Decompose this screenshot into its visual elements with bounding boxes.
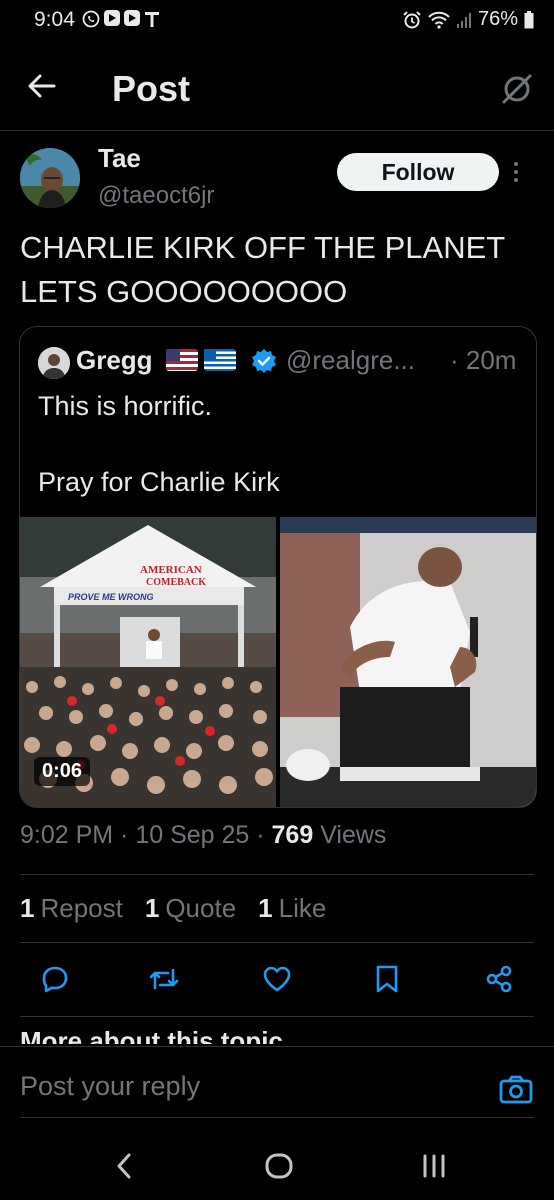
verified-badge-icon	[250, 347, 278, 375]
avatar-photo	[20, 148, 80, 208]
video-thumbnail-right[interactable]	[280, 517, 536, 807]
likes-label: Like	[278, 893, 327, 923]
reposts-stat[interactable]: 1 Repost	[20, 893, 123, 924]
share-icon	[486, 965, 512, 993]
greece-flag-icon	[204, 349, 236, 371]
likes-count: 1	[258, 893, 273, 923]
share-button[interactable]	[484, 964, 514, 994]
top-app-bar: Post	[0, 44, 554, 131]
status-right: 76%	[402, 8, 534, 31]
nav-back-icon	[117, 1153, 131, 1179]
video-duration-badge: 0:06	[34, 757, 91, 786]
wifi-icon	[428, 11, 450, 29]
reply-button[interactable]	[40, 964, 70, 994]
video-thumbnail-left[interactable]: AMERICAN COMEBACK PROVE ME WRONG 0:06	[20, 517, 276, 807]
battery-percent: 76%	[477, 8, 518, 30]
camera-icon	[499, 1075, 533, 1104]
views-label: Views	[313, 821, 387, 849]
status-time: 9:04	[34, 8, 75, 31]
back-button[interactable]	[26, 70, 58, 102]
bookmark-icon	[376, 965, 398, 993]
battery-icon	[524, 10, 534, 28]
quote-author-handle: @realgre...	[286, 345, 415, 375]
post-time-date: 9:02 PM · 10 Sep 25 ·	[20, 821, 272, 849]
quote-author-avatar	[38, 347, 70, 379]
post-text: CHARLIE KIRK OFF THE PLANET LETS GOOOOOO…	[20, 230, 505, 309]
us-flag-icon	[166, 349, 198, 371]
post-timestamp: 9:02 PM · 10 Sep 25 · 769 Views	[20, 821, 386, 850]
more-topics-heading: More about this topic	[20, 1026, 283, 1044]
youtube-icon	[104, 10, 120, 26]
t-app-icon	[145, 12, 159, 27]
tent-sign-line1: AMERICAN	[140, 564, 202, 576]
camera-button[interactable]	[498, 1073, 534, 1105]
quote-author-name: Gregg	[76, 345, 153, 375]
quote-text-line2: Pray for Charlie Kirk	[38, 467, 280, 497]
quote-author-flags	[166, 349, 236, 371]
quotes-stat[interactable]: 1 Quote	[145, 893, 236, 924]
engagement-stats: 1 Repost 1 Quote 1 Like	[20, 893, 326, 924]
back-arrow-icon	[28, 74, 56, 98]
quotes-count: 1	[144, 893, 160, 923]
quotes-label: Quote	[165, 893, 237, 923]
repost-icon	[149, 968, 179, 990]
reply-input[interactable]	[20, 1071, 460, 1102]
repost-button[interactable]	[148, 964, 180, 994]
more-vertical-icon	[514, 162, 518, 182]
tent-sign-line2: COMEBACK	[146, 577, 206, 588]
nav-home-icon	[265, 1153, 293, 1179]
heart-icon	[263, 966, 291, 992]
grok-icon	[502, 74, 532, 104]
nav-back-button[interactable]	[114, 1152, 134, 1180]
page-title: Post	[112, 68, 191, 109]
whatsapp-icon	[82, 10, 100, 28]
speaker-image	[280, 517, 536, 807]
quote-text-line1: This is horrific.	[38, 391, 213, 421]
youtube-icon	[124, 10, 140, 26]
quoted-post[interactable]: Gregg @realgre... · 20m This is horrific…	[19, 326, 537, 808]
reply-icon	[42, 966, 68, 993]
reply-composer	[0, 1046, 554, 1133]
nav-recents-icon	[423, 1154, 445, 1178]
like-button[interactable]	[262, 964, 292, 994]
reposts-label: Repost	[40, 893, 123, 923]
reply-underline	[20, 1117, 534, 1118]
grok-button[interactable]	[500, 72, 534, 106]
quote-timestamp: · 20m	[450, 345, 517, 375]
tent-banner: PROVE ME WRONG	[68, 592, 154, 602]
views-count: 769	[271, 821, 314, 849]
follow-button[interactable]: Follow	[337, 153, 499, 191]
more-options-button[interactable]	[512, 160, 520, 184]
post-action-bar	[0, 950, 554, 1010]
nav-recents-button[interactable]	[420, 1152, 448, 1180]
notification-icons	[82, 10, 160, 28]
reposts-count: 1	[20, 893, 35, 923]
quote-media[interactable]: AMERICAN COMEBACK PROVE ME WRONG 0:06	[20, 517, 536, 807]
bookmark-button[interactable]	[374, 964, 400, 994]
system-navigation-bar	[0, 1132, 554, 1200]
nav-home-button[interactable]	[264, 1152, 294, 1180]
author-avatar[interactable]	[20, 148, 80, 208]
author-handle[interactable]: @taeoct6jr	[98, 182, 214, 210]
alarm-icon	[403, 10, 421, 28]
author-name[interactable]: Tae	[98, 143, 141, 174]
divider	[20, 1016, 534, 1017]
divider	[20, 942, 534, 943]
status-bar: 9:04 76%	[0, 0, 554, 44]
signal-icon	[456, 12, 471, 28]
divider	[20, 874, 534, 875]
likes-stat[interactable]: 1 Like	[258, 893, 326, 924]
